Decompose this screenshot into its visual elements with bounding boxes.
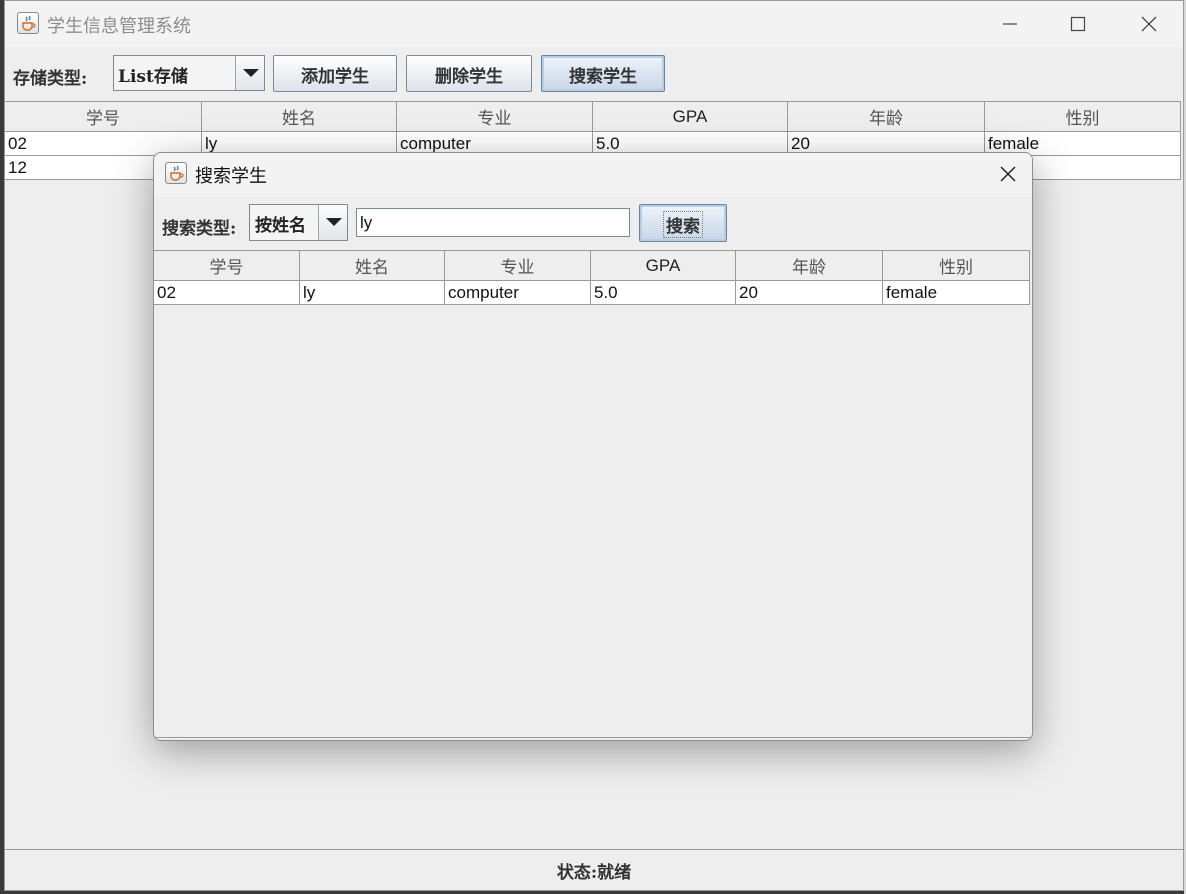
search-input[interactable]: ly [356, 208, 630, 237]
storage-type-select[interactable]: List存储 [113, 55, 265, 91]
cell-age[interactable]: 20 [736, 281, 883, 304]
window-title: 学生信息管理系统 [47, 16, 191, 37]
search-type-select[interactable]: 按姓名 [249, 204, 348, 241]
column-header-major[interactable]: 专业 [397, 102, 593, 131]
search-dialog: 搜索学生 搜索类型: 按姓名 ly 搜索 学号 姓名 专业 GPA 年龄 性别 … [153, 152, 1033, 741]
column-header-age[interactable]: 年龄 [788, 102, 985, 131]
close-icon [1141, 16, 1157, 32]
table-header: 学号 姓名 专业 GPA 年龄 性别 [5, 101, 1181, 132]
storage-type-value: List存储 [118, 67, 188, 87]
cell-name[interactable]: ly [300, 281, 445, 304]
column-header-gender[interactable]: 性别 [985, 102, 1181, 131]
column-header-major[interactable]: 专业 [445, 251, 591, 280]
dialog-title: 搜索学生 [195, 166, 267, 187]
dialog-bottom-divider [154, 737, 1032, 738]
search-button-label: 搜索 [663, 210, 703, 238]
java-app-icon [17, 12, 39, 34]
chevron-down-icon[interactable] [235, 56, 264, 90]
status-bar: 状态:就绪 [5, 849, 1183, 891]
column-header-age[interactable]: 年龄 [736, 251, 883, 280]
close-icon [1000, 166, 1016, 182]
delete-student-button[interactable]: 删除学生 [406, 55, 532, 92]
minimize-icon [1003, 23, 1017, 25]
chevron-down-icon[interactable] [318, 205, 347, 240]
table-row[interactable]: 02 ly computer 5.0 20 female [154, 281, 1030, 305]
cell-gender[interactable]: female [883, 281, 1030, 304]
table-header: 学号 姓名 专业 GPA 年龄 性别 [154, 250, 1030, 281]
column-header-gpa[interactable]: GPA [591, 251, 736, 280]
cell-id[interactable]: 02 [154, 281, 300, 304]
minimize-button[interactable] [987, 9, 1033, 39]
add-student-button[interactable]: 添加学生 [273, 55, 397, 92]
close-button[interactable] [1126, 9, 1172, 39]
dialog-close-button[interactable] [985, 159, 1031, 189]
column-header-gender[interactable]: 性别 [883, 251, 1030, 280]
column-header-id[interactable]: 学号 [154, 251, 300, 280]
column-header-gpa[interactable]: GPA [593, 102, 788, 131]
search-type-value: 按姓名 [255, 216, 306, 236]
cell-gpa[interactable]: 5.0 [591, 281, 736, 304]
column-header-id[interactable]: 学号 [5, 102, 202, 131]
search-type-label: 搜索类型: [162, 219, 237, 239]
java-app-icon [165, 162, 187, 184]
column-header-name[interactable]: 姓名 [300, 251, 445, 280]
main-titlebar[interactable]: 学生信息管理系统 [5, 1, 1183, 47]
cell-major[interactable]: computer [445, 281, 591, 304]
storage-type-label: 存储类型: [13, 69, 88, 89]
maximize-button[interactable] [1055, 9, 1101, 39]
dialog-titlebar[interactable]: 搜索学生 [154, 153, 1032, 197]
search-results-table: 学号 姓名 专业 GPA 年龄 性别 02 ly computer 5.0 20… [154, 250, 1030, 306]
maximize-icon [1070, 16, 1086, 32]
search-student-button[interactable]: 搜索学生 [541, 55, 665, 92]
search-button[interactable]: 搜索 [639, 204, 727, 242]
column-header-name[interactable]: 姓名 [202, 102, 397, 131]
